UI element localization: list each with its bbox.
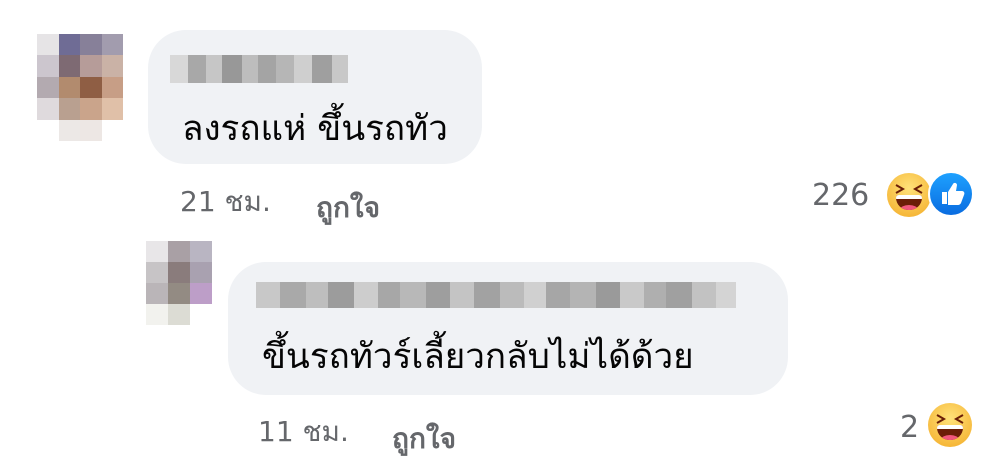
comment-timestamp[interactable]: 11 ชม.	[258, 410, 349, 454]
comment-text: ขึ้นรถทัวร์เลี้ยวกลับไม่ได้ด้วย	[262, 337, 694, 377]
haha-icon[interactable]	[887, 173, 931, 217]
avatar[interactable]	[37, 34, 123, 141]
reaction-count[interactable]: 2	[900, 410, 919, 445]
like-icon[interactable]	[928, 171, 974, 217]
haha-icon[interactable]	[928, 403, 972, 447]
comment-timestamp[interactable]: 21 ชม.	[180, 180, 271, 224]
reaction-count[interactable]: 226	[812, 178, 869, 213]
avatar[interactable]	[146, 241, 212, 325]
commenter-name[interactable]	[256, 282, 736, 308]
like-button[interactable]: ถูกใจ	[316, 186, 380, 230]
comment-text: ลงรถแห่ ขึ้นรถทัว	[182, 109, 448, 149]
commenter-name[interactable]	[170, 55, 348, 83]
like-button[interactable]: ถูกใจ	[392, 417, 456, 461]
